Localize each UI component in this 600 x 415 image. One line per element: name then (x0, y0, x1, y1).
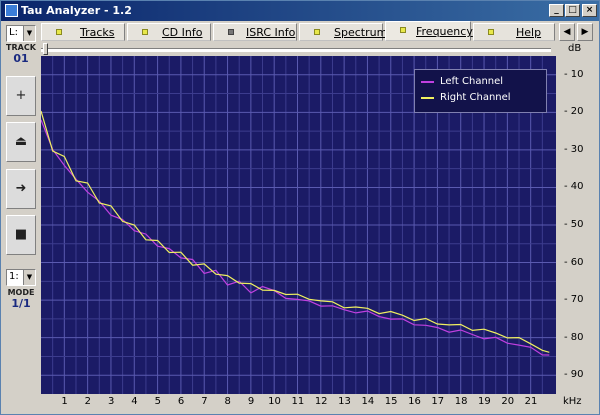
tab-help[interactable]: Help (473, 23, 555, 41)
y-tick-label: - 10 (564, 68, 584, 80)
tab-label: Frequency (416, 25, 473, 38)
chevron-down-icon[interactable]: ▼ (23, 26, 35, 41)
control-sidebar: L: ▼ TRACK 01 + ⏏ ➜ ■ 1: ▼ MODE 1/1 (3, 23, 37, 411)
tab-prev-button[interactable]: ◀ (559, 23, 575, 41)
x-tick-label: 8 (224, 396, 231, 407)
x-axis: kHz 1 2 3 4 5 6 7 8 9 10 11 12 13 14 15 16 17 18 19 20 21 (41, 394, 599, 411)
y-axis-label: dB (568, 43, 582, 54)
x-tick-label: 19 (478, 396, 491, 407)
stop-icon: ■ (14, 227, 28, 242)
x-tick-label: 7 (201, 396, 208, 407)
slider-track[interactable] (41, 48, 551, 52)
tab-bar: Tracks CD Info ISRC Info Spectrum Freque… (41, 21, 555, 41)
app-icon (5, 4, 18, 17)
left-channel-line (40, 119, 550, 356)
x-tick-label: 11 (291, 396, 305, 407)
add-button[interactable]: + (6, 76, 36, 116)
status-led-icon (142, 29, 148, 35)
tab-next-button[interactable]: ▶ (577, 23, 593, 41)
mode-value: 1/1 (11, 297, 31, 310)
x-tick-label: 20 (501, 396, 515, 407)
mode-combo[interactable]: 1: ▼ (6, 269, 36, 286)
legend-label: Right Channel (440, 92, 511, 103)
legend-swatch (421, 97, 434, 99)
app-window: Tau Analyzer - 1.2 _ □ × L: ▼ TRACK 01 +… (0, 0, 600, 415)
chevron-right-icon: ▶ (581, 27, 589, 37)
tab-isrc-info[interactable]: ISRC Info (213, 23, 297, 41)
plus-icon: + (15, 88, 27, 103)
play-button[interactable]: ➜ (6, 169, 36, 209)
mode-label: MODE (7, 288, 35, 297)
tab-label: ISRC Info (246, 26, 296, 39)
minimize-button[interactable]: _ (549, 4, 564, 17)
status-led-icon (56, 29, 62, 35)
x-tick-label: 9 (247, 396, 255, 407)
x-tick-label: 6 (177, 396, 185, 407)
close-button[interactable]: × (582, 4, 597, 17)
tab-tracks[interactable]: Tracks (41, 23, 125, 41)
chart-legend: Left Channel Right Channel (414, 69, 547, 113)
eject-button[interactable]: ⏏ (6, 122, 36, 162)
x-axis-label: kHz (563, 396, 582, 407)
x-tick-label: 15 (384, 396, 398, 407)
status-led-icon (228, 29, 234, 35)
chevron-left-icon: ◀ (563, 27, 571, 37)
status-led-icon (314, 29, 320, 35)
x-tick-label: 2 (84, 396, 91, 407)
status-led-icon (400, 27, 406, 33)
x-tick-label: 17 (431, 396, 445, 407)
y-tick-label: - 50 (564, 219, 584, 230)
y-tick-label: - 30 (564, 143, 584, 155)
title-bar[interactable]: Tau Analyzer - 1.2 _ □ × (1, 1, 599, 21)
x-tick-label: 4 (131, 396, 138, 407)
tab-cd-info[interactable]: CD Info (127, 23, 211, 41)
x-tick-label: 21 (524, 396, 538, 407)
window-title: Tau Analyzer - 1.2 (21, 4, 132, 17)
chevron-down-icon[interactable]: ▼ (23, 270, 35, 285)
eject-icon: ⏏ (14, 134, 28, 149)
track-label: TRACK (6, 43, 36, 52)
tab-label: Help (516, 26, 542, 39)
mode-combo-value: 1: (9, 271, 19, 282)
x-tick-label: 10 (268, 396, 281, 407)
x-tick-label: 12 (314, 396, 328, 407)
x-tick-label: 16 (408, 396, 421, 407)
right-channel-line (40, 110, 550, 353)
stop-button[interactable]: ■ (6, 215, 36, 255)
tab-frequency[interactable]: Frequency (385, 21, 473, 41)
tab-label: Tracks (80, 26, 115, 39)
y-tick-label: - 70 (564, 294, 584, 306)
track-combo[interactable]: L: ▼ (6, 25, 36, 42)
x-tick-label: 5 (154, 396, 161, 407)
slider-thumb[interactable] (43, 43, 48, 55)
y-tick-label: - 90 (564, 369, 584, 381)
status-led-icon (488, 29, 494, 35)
legend-label: Left Channel (440, 76, 504, 87)
legend-swatch (421, 81, 434, 83)
x-tick-label: 18 (454, 396, 468, 407)
x-tick-label: 14 (361, 396, 375, 407)
arrow-right-icon: ➜ (15, 181, 27, 196)
tab-label: Spectrum (334, 26, 388, 39)
x-tick-label: 1 (61, 396, 68, 407)
track-combo-value: L: (9, 27, 18, 38)
position-slider[interactable] (41, 43, 551, 55)
y-axis: dB - 10 - 20 - 30 - 40 - 50 - 60 - 70 - 80 - 90 (556, 41, 599, 396)
y-tick-label: - 60 (564, 256, 584, 268)
tab-spectrum[interactable]: Spectrum (299, 23, 387, 41)
track-number: 01 (13, 52, 29, 65)
y-tick-label: - 20 (564, 106, 584, 118)
maximize-button[interactable]: □ (565, 4, 580, 17)
x-tick-label: 3 (107, 396, 115, 407)
x-tick-label: 13 (338, 396, 351, 407)
tab-label: CD Info (162, 26, 203, 39)
y-tick-label: - 80 (564, 331, 584, 343)
y-tick-label: - 40 (564, 181, 584, 193)
